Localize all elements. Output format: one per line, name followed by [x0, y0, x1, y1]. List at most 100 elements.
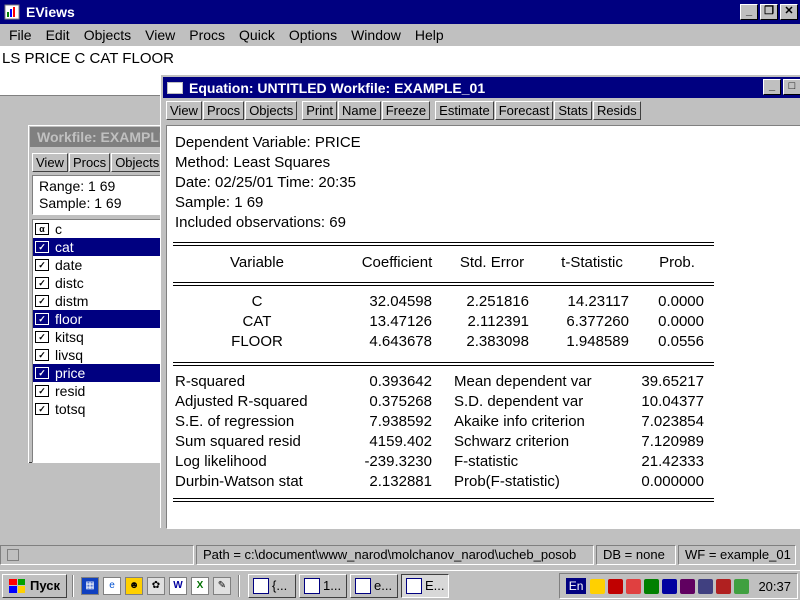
tray-app-icon-7[interactable] [716, 578, 732, 594]
task-label: 1... [323, 578, 342, 593]
quicklaunch-excel-icon[interactable]: X [191, 576, 209, 595]
equation-resids-button[interactable]: Resids [592, 101, 641, 120]
series-icon: ✓ [35, 331, 49, 343]
task-app-icon [355, 577, 371, 594]
equation-freeze-button[interactable]: Freeze [381, 101, 431, 120]
taskbar-task-button[interactable]: {... [248, 573, 296, 598]
equation-objects-button[interactable]: Objects [245, 101, 298, 120]
stat-label: Durbin-Watson stat [175, 473, 303, 490]
language-indicator[interactable]: En [565, 578, 587, 594]
equation-name-button[interactable]: Name [338, 101, 381, 120]
workfile-titlebar[interactable]: Workfile: EXAMPLE_01 [30, 127, 170, 147]
stat-value: 10.04377 [641, 393, 704, 410]
workfile-view-button[interactable]: View [32, 153, 68, 172]
table-cell: 4.643678 [369, 333, 432, 350]
equation-forecast-button[interactable]: Forecast [494, 101, 554, 120]
series-icon: ✓ [35, 295, 49, 307]
equation-procs-button[interactable]: Procs [202, 101, 245, 120]
workfile-item-distc[interactable]: ✓ distc [33, 274, 163, 292]
status-message-panel [0, 545, 194, 565]
menu-options[interactable]: Options [282, 27, 344, 43]
stat-label: Akaike info criterion [454, 413, 585, 430]
equation-titlebar[interactable]: Equation: UNTITLED Workfile: EXAMPLE_01 … [163, 77, 800, 98]
workfile-item-date[interactable]: ✓ date [33, 256, 163, 274]
equation-view-button[interactable]: View [166, 101, 202, 120]
quicklaunch-word-icon[interactable]: W [169, 576, 187, 595]
status-wf: WF = example_01 [678, 545, 796, 565]
equation-maximize-button[interactable]: □ [783, 79, 800, 95]
workfile-item-cat[interactable]: ✓ cat [33, 238, 163, 256]
close-button[interactable]: ✕ [780, 4, 798, 20]
workfile-object-list[interactable]: α c ✓ cat ✓ date ✓ distc ✓ distm ✓ floor ✓ kitsq ✓ livs… [32, 219, 164, 463]
quicklaunch-desktop-icon[interactable]: ▦ [81, 576, 99, 595]
taskbar-task-button[interactable]: E... [401, 573, 449, 598]
tray-app-icon-3[interactable] [644, 578, 660, 594]
menu-objects[interactable]: Objects [77, 27, 138, 43]
equation-print-button[interactable]: Print [302, 101, 337, 120]
equation-window-icon [167, 81, 183, 94]
menu-edit[interactable]: Edit [39, 27, 77, 43]
series-icon: ✓ [35, 367, 49, 379]
workfile-item-floor[interactable]: ✓ floor [33, 310, 163, 328]
series-icon: ✓ [35, 385, 49, 397]
tray-app-icon-5[interactable] [680, 578, 696, 594]
workfile-item-livsq[interactable]: ✓ livsq [33, 346, 163, 364]
stat-value: 0.393642 [369, 373, 432, 390]
series-icon: ✓ [35, 241, 49, 253]
workfile-window[interactable]: Workfile: EXAMPLE_01 ViewProcsObjects Ra… [26, 123, 170, 465]
app-titlebar[interactable]: EViews _ ❐ ✕ [0, 0, 800, 24]
table-cell: 2.251816 [466, 293, 529, 310]
menu-view[interactable]: View [138, 27, 182, 43]
tray-app-icon-6[interactable] [698, 578, 714, 594]
quicklaunch-app-icon[interactable]: ☻ [125, 576, 143, 595]
tray-app-icon-1[interactable] [608, 578, 624, 594]
series-icon: ✓ [35, 259, 49, 271]
menu-quick[interactable]: Quick [232, 27, 282, 43]
stat-value: 21.42333 [641, 453, 704, 470]
stat-label: S.E. of regression [175, 413, 295, 430]
tray-app-icon-4[interactable] [662, 578, 678, 594]
taskbar-divider-2 [238, 574, 240, 597]
workfile-item-c[interactable]: αc [33, 220, 163, 238]
menu-file[interactable]: File [2, 27, 39, 43]
tray-app-icon-8[interactable] [734, 578, 750, 594]
tray-app-icon-2[interactable] [626, 578, 642, 594]
clock: 20:37 [758, 578, 791, 594]
equation-minimize-button[interactable]: _ [763, 79, 781, 95]
minimize-button[interactable]: _ [740, 4, 758, 20]
status-path: Path = c:\document\www_narod\molchanov_n… [196, 545, 594, 565]
workfile-item-distm[interactable]: ✓ distm [33, 292, 163, 310]
stat-value: 39.65217 [641, 373, 704, 390]
start-button[interactable]: Пуск [2, 573, 67, 598]
taskbar-task-button[interactable]: e... [350, 573, 398, 598]
speaker-icon[interactable] [590, 578, 606, 594]
quicklaunch-tool-icon[interactable]: ✿ [147, 576, 165, 595]
equation-toolbar-group: View Procs Objects [166, 101, 298, 120]
menu-window[interactable]: Window [344, 27, 408, 43]
equation-window[interactable]: Equation: UNTITLED Workfile: EXAMPLE_01 … [160, 74, 800, 529]
workfile-sample: Sample: 1 69 [39, 195, 122, 211]
workfile-item-resid[interactable]: ✓ resid [33, 382, 163, 400]
equation-stats-button[interactable]: Stats [554, 101, 592, 120]
quicklaunch-pen-icon[interactable]: ✎ [213, 576, 231, 595]
workfile-item-kitsq[interactable]: ✓ kitsq [33, 328, 163, 346]
stat-label: Mean dependent var [454, 373, 592, 390]
taskbar-task-button[interactable]: 1... [299, 573, 347, 598]
quicklaunch-ie-icon[interactable]: e [103, 576, 121, 595]
workfile-item-label: date [55, 257, 83, 273]
workfile-item-totsq[interactable]: ✓ totsq [33, 400, 163, 418]
menu-help[interactable]: Help [408, 27, 451, 43]
restore-button[interactable]: ❐ [760, 4, 778, 20]
workfile-item-price[interactable]: ✓ price [33, 364, 163, 382]
workfile-objects-button[interactable]: Objects [111, 153, 164, 172]
table-cell: 0.0000 [658, 313, 704, 330]
stat-label: Adjusted R-squared [175, 393, 308, 410]
equation-estimate-button[interactable]: Estimate [435, 101, 494, 120]
workfile-item-label: cat [55, 239, 74, 255]
workfile-item-label: resid [55, 383, 86, 399]
workfile-item-label: price [55, 365, 86, 381]
menu-procs[interactable]: Procs [182, 27, 232, 43]
command-text[interactable]: LS PRICE C CAT FLOOR [2, 50, 174, 67]
workfile-procs-button[interactable]: Procs [68, 153, 111, 172]
series-icon: ✓ [35, 349, 49, 361]
